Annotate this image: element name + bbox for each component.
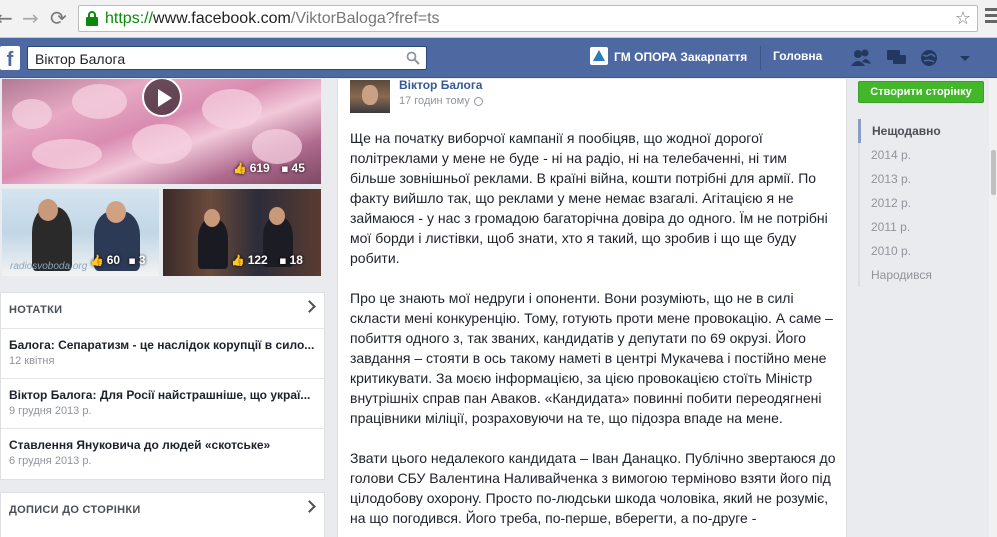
url-text: https://www.facebook.com/ViktorBaloga?fr…	[105, 10, 440, 27]
year-link[interactable]: 2014 р.	[858, 143, 941, 167]
comment-icon: ▪	[128, 254, 136, 267]
posts-to-page-header[interactable]: ДОПИСИ ДО СТОРІНКИ	[1, 493, 324, 529]
author-avatar[interactable]	[350, 80, 390, 113]
page-avatar-icon	[590, 47, 608, 65]
like-icon: 👍	[233, 162, 247, 175]
home-link[interactable]: Головна	[773, 49, 822, 63]
comment-icon: ▪	[279, 254, 287, 267]
back-arrow-icon[interactable]: ←	[0, 8, 13, 28]
browser-menu-icon[interactable]	[985, 8, 997, 26]
like-icon: 👍	[231, 254, 245, 267]
year-link[interactable]: 2011 р.	[858, 215, 941, 239]
page-shortcut-link[interactable]: ГМ ОПОРА Закарпаття	[590, 47, 747, 67]
note-date: 9 грудня 2013 р.	[9, 405, 92, 417]
note-item[interactable]: Віктор Балога: Для Росії найстрашніше, щ…	[1, 379, 324, 429]
search-input[interactable]: Віктор Балога	[27, 46, 427, 70]
posts-to-page-card: ДОПИСИ ДО СТОРІНКИ	[0, 492, 325, 537]
address-bar[interactable]: https://www.facebook.com/ViktorBaloga?fr…	[78, 5, 978, 32]
watermark: radiosvoboda.org	[10, 261, 88, 272]
timeline-years: Нещодавно 2014 р. 2013 р. 2012 р. 2011 р…	[858, 119, 941, 287]
browser-toolbar: ← → ⟳ https://www.facebook.com/ViktorBal…	[0, 0, 997, 38]
forward-arrow-icon[interactable]: →	[22, 8, 39, 28]
year-link[interactable]: 2012 р.	[858, 191, 941, 215]
post-paragraph: Про це знають мої недруги і опоненти. Во…	[350, 290, 833, 426]
photo-stats: 👍 122 ▪ 18	[231, 253, 303, 267]
year-link[interactable]: 2010 р.	[858, 239, 941, 263]
post-timestamp[interactable]: 17 годин тому	[399, 95, 483, 107]
post-card: Віктор Балога 17 годин тому Ще на початк…	[337, 78, 847, 537]
facebook-top-bar: f Віктор Балога ГМ ОПОРА Закарпаття Голо…	[0, 38, 997, 78]
create-page-button[interactable]: Створити сторінку	[858, 81, 984, 103]
year-link[interactable]: 2013 р.	[858, 167, 941, 191]
account-menu-chevron-down-icon[interactable]	[954, 48, 976, 68]
post-author[interactable]: Віктор Балога	[399, 78, 482, 92]
year-link[interactable]: Нещодавно	[858, 119, 941, 143]
year-link[interactable]: Народився	[858, 263, 941, 287]
search-icon[interactable]	[406, 51, 420, 65]
note-date: 6 грудня 2013 р.	[9, 455, 92, 467]
left-column: 👍 619 ▪ 45 radiosvoboda.org 👍 60 ▪ 3 👍 122 ▪ 1…	[0, 79, 325, 537]
chevron-right-icon[interactable]	[303, 300, 316, 313]
note-item[interactable]: Ставлення Януковича до людей «скотське» …	[1, 429, 324, 479]
scrollbar-thumb[interactable]	[991, 150, 996, 195]
chevron-right-icon[interactable]	[303, 500, 316, 513]
photo-thumbnail[interactable]: radiosvoboda.org 👍 60 ▪ 3	[2, 189, 159, 276]
notes-header[interactable]: НОТАТКИ	[1, 293, 324, 329]
reload-icon[interactable]: ⟳	[50, 8, 67, 28]
friend-requests-icon[interactable]	[850, 48, 872, 68]
notifications-globe-icon[interactable]	[918, 48, 940, 68]
scrollbar-track[interactable]	[989, 79, 997, 537]
divider	[760, 46, 761, 70]
messages-icon[interactable]	[886, 48, 908, 68]
post-paragraph: Ще на початку виборчої кампанії я пообіц…	[350, 130, 828, 266]
note-item[interactable]: Балога: Сепаратизм - це наслідок корупці…	[1, 329, 324, 379]
search-value: Віктор Балога	[35, 51, 126, 67]
play-icon[interactable]	[142, 79, 182, 117]
lock-icon	[86, 11, 98, 26]
post-body: Ще на початку виборчої кампанії я пообіц…	[350, 128, 836, 537]
note-title[interactable]: Ставлення Януковича до людей «скотське»	[9, 438, 316, 452]
video-thumbnail[interactable]: 👍 619 ▪ 45	[2, 79, 321, 184]
right-column: Створити сторінку Нещодавно 2014 р. 2013…	[848, 79, 993, 537]
bookmark-star-icon[interactable]: ☆	[955, 8, 971, 29]
photo-stats: 👍 60 ▪ 3	[90, 253, 146, 267]
globe-icon	[473, 96, 483, 106]
facebook-logo-icon[interactable]: f	[0, 46, 20, 71]
post-paragraph: Звати цього недалекого кандидата – Іван …	[350, 450, 836, 526]
like-icon: 👍	[90, 254, 104, 267]
video-stats: 👍 619 ▪ 45	[233, 161, 305, 175]
note-title[interactable]: Балога: Сепаратизм - це наслідок корупці…	[9, 338, 316, 352]
comment-icon: ▪	[281, 162, 289, 175]
note-title[interactable]: Віктор Балога: Для Росії найстрашніше, щ…	[9, 388, 316, 402]
notes-card: НОТАТКИ Балога: Сепаратизм - це наслідок…	[0, 292, 325, 480]
note-date: 12 квітня	[9, 355, 55, 367]
photo-thumbnail[interactable]: 👍 122 ▪ 18	[163, 189, 321, 276]
